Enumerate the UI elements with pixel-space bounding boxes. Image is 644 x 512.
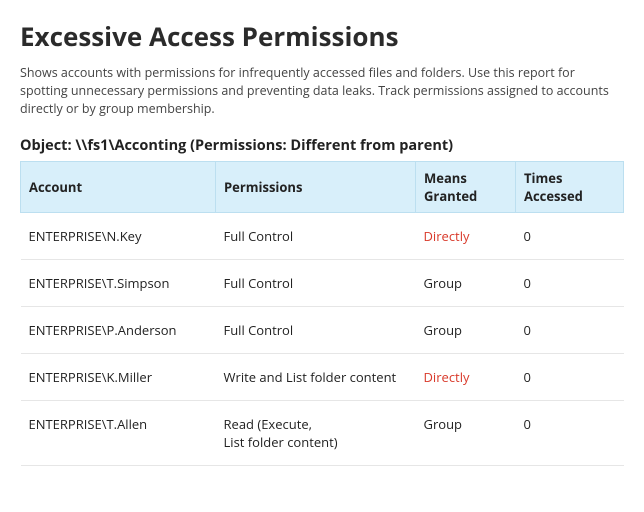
table-header-row: Account Permissions Means Granted Times … [21, 162, 624, 213]
cell-account: ENTERPRISE\T.Simpson [21, 260, 216, 307]
col-means: Means Granted [416, 162, 516, 213]
cell-means: Directly [416, 354, 516, 401]
cell-permissions: Full Control [216, 307, 416, 354]
col-account: Account [21, 162, 216, 213]
page-title: Excessive Access Permissions [20, 18, 624, 54]
permissions-table: Account Permissions Means Granted Times … [20, 161, 624, 466]
table-row: ENTERPRISE\T.AllenRead (Execute,List fol… [21, 401, 624, 466]
cell-means: Directly [416, 213, 516, 260]
cell-times: 0 [516, 260, 624, 307]
cell-account: ENTERPRISE\P.Anderson [21, 307, 216, 354]
cell-permissions: Write and List folder content [216, 354, 416, 401]
report-description: Shows accounts with permissions for infr… [20, 64, 620, 118]
cell-means: Group [416, 307, 516, 354]
cell-account: ENTERPRISE\T.Allen [21, 401, 216, 466]
col-times: Times Accessed [516, 162, 624, 213]
cell-account: ENTERPRISE\K.Miller [21, 354, 216, 401]
cell-means: Group [416, 401, 516, 466]
cell-times: 0 [516, 401, 624, 466]
table-row: ENTERPRISE\N.KeyFull ControlDirectly0 [21, 213, 624, 260]
cell-permissions-line2: List folder content) [224, 433, 408, 451]
table-row: ENTERPRISE\T.SimpsonFull ControlGroup0 [21, 260, 624, 307]
cell-times: 0 [516, 354, 624, 401]
cell-permissions: Full Control [216, 260, 416, 307]
table-row: ENTERPRISE\P.AndersonFull ControlGroup0 [21, 307, 624, 354]
cell-permissions: Read (Execute,List folder content) [216, 401, 416, 466]
cell-times: 0 [516, 213, 624, 260]
object-header: Object: \\fs1\Acconting (Permissions: Di… [20, 136, 624, 155]
cell-permissions: Full Control [216, 213, 416, 260]
table-row: ENTERPRISE\K.MillerWrite and List folder… [21, 354, 624, 401]
cell-means: Group [416, 260, 516, 307]
col-permissions: Permissions [216, 162, 416, 213]
cell-times: 0 [516, 307, 624, 354]
cell-account: ENTERPRISE\N.Key [21, 213, 216, 260]
